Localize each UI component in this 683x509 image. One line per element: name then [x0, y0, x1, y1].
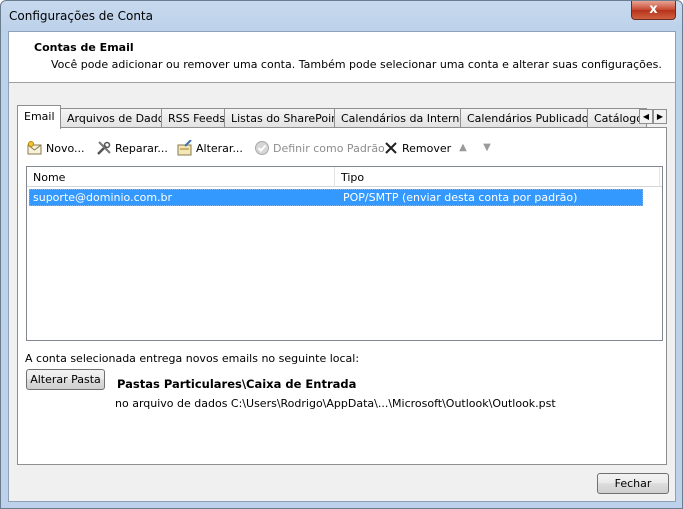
tab-label: Email	[24, 110, 55, 123]
tab-sharepoint-lists[interactable]: Listas do SharePoint	[224, 108, 335, 128]
accounts-list-header: Nome Tipo	[27, 167, 662, 187]
column-header-type[interactable]: Tipo	[335, 167, 660, 187]
change-account-button[interactable]: Alterar...	[177, 138, 243, 158]
delete-x-icon	[383, 140, 399, 156]
email-tab-panel: Novo... Reparar... Alterar... Definir co…	[17, 127, 667, 465]
new-mail-icon	[27, 140, 43, 156]
tab-strip: Email Arquivos de Dados RSS Feeds Listas…	[17, 105, 667, 129]
accounts-toolbar: Novo... Reparar... Alterar... Definir co…	[18, 138, 658, 158]
column-header-name[interactable]: Nome	[27, 167, 335, 187]
change-folder-button[interactable]: Alterar Pasta	[26, 369, 105, 390]
account-settings-window: Configurações de Conta x Contas de Email…	[0, 0, 683, 509]
tab-email[interactable]: Email	[17, 105, 61, 129]
tab-catalogs[interactable]: Catálogos	[587, 108, 647, 128]
set-default-button[interactable]: Definir como Padrão	[254, 138, 385, 158]
page-title: Contas de Email	[34, 41, 134, 54]
checkmark-circle-icon	[254, 140, 270, 156]
tab-rss-feeds[interactable]: RSS Feeds	[161, 108, 225, 128]
tab-label: Calendários da Internet	[341, 112, 461, 125]
tab-published-calendars[interactable]: Calendários Publicados	[460, 108, 588, 128]
edit-account-icon	[177, 139, 193, 156]
title-bar[interactable]: Configurações de Conta x	[1, 1, 682, 31]
close-button-label: Fechar	[614, 477, 652, 490]
close-icon: x	[649, 2, 658, 17]
tab-data-files[interactable]: Arquivos de Dados	[60, 108, 162, 128]
tab-internet-calendars[interactable]: Calendários da Internet	[334, 108, 461, 128]
page-description: Você pode adicionar ou remover uma conta…	[51, 58, 662, 71]
table-row[interactable]: suporte@dominio.com.br POP/SMTP (enviar …	[29, 189, 643, 206]
accounts-list[interactable]: Nome Tipo suporte@dominio.com.br POP/SMT…	[26, 166, 663, 341]
tools-icon	[96, 140, 112, 156]
remove-account-label: Remover	[402, 141, 452, 155]
tab-label: RSS Feeds	[168, 112, 225, 125]
repair-account-button[interactable]: Reparar...	[96, 138, 168, 158]
window-title: Configurações de Conta	[9, 9, 153, 23]
delivery-folder-path: Pastas Particulares\Caixa de Entrada	[117, 377, 357, 391]
delivery-location-label: A conta selecionada entrega novos emails…	[25, 352, 360, 365]
dialog-client-area: Contas de Email Você pode adicionar ou r…	[8, 31, 676, 502]
move-up-icon[interactable]: ▲	[456, 141, 470, 155]
account-type-cell: POP/SMTP (enviar desta conta por padrão)	[343, 191, 578, 204]
data-file-path: no arquivo de dados C:\Users\Rodrigo\App…	[115, 397, 556, 410]
move-down-icon[interactable]: ▼	[480, 141, 494, 155]
tab-label: Calendários Publicados	[467, 112, 588, 125]
new-account-button[interactable]: Novo...	[27, 138, 85, 158]
account-name-cell: suporte@dominio.com.br	[33, 191, 173, 204]
close-button[interactable]: Fechar	[597, 473, 669, 494]
close-window-button[interactable]: x	[631, 1, 676, 20]
change-folder-label: Alterar Pasta	[30, 373, 101, 386]
set-default-label: Definir como Padrão	[273, 141, 385, 155]
tab-scroll-left-icon[interactable]: ◀	[639, 109, 653, 124]
repair-account-label: Reparar...	[115, 141, 168, 155]
tab-scroll-right-icon[interactable]: ▶	[653, 109, 667, 124]
tab-label: Arquivos de Dados	[67, 112, 162, 125]
new-account-label: Novo...	[46, 141, 85, 155]
tab-label: Listas do SharePoint	[231, 112, 335, 125]
change-account-label: Alterar...	[196, 141, 243, 155]
header-panel: Contas de Email Você pode adicionar ou r…	[9, 32, 675, 83]
remove-account-button[interactable]: Remover	[383, 138, 451, 158]
